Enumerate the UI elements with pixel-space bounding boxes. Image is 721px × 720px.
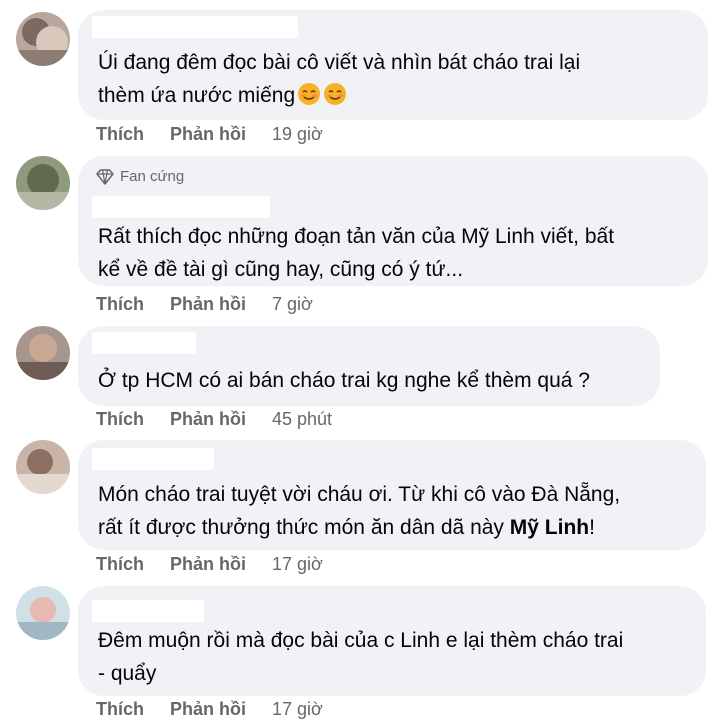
comment-text-segment: thèm ứa nước miếng [98, 84, 296, 107]
comment-actions: Thích Phản hồi 17 giờ [96, 699, 323, 720]
smiling-face-icon [324, 83, 347, 105]
redacted-author-name [92, 600, 204, 622]
avatar[interactable] [16, 156, 70, 210]
mention-link[interactable]: Mỹ Linh [510, 516, 589, 539]
comment-text: Úi đang đêm đọc bài cô viết và nhìn bát … [98, 46, 692, 112]
like-button[interactable]: Thích [96, 554, 144, 575]
like-button[interactable]: Thích [96, 699, 144, 720]
reply-button[interactable]: Phản hồi [170, 294, 246, 315]
comment-bubble: Đêm muộn rồi mà đọc bài của c Linh e lại… [78, 586, 706, 696]
reply-button[interactable]: Phản hồi [170, 554, 246, 575]
like-button[interactable]: Thích [96, 409, 144, 430]
top-fan-badge: Fan cứng [96, 168, 184, 185]
redacted-author-name [92, 332, 196, 354]
comment-text-line: kể về đề tài gì cũng hay, cũng có ý tứ..… [98, 258, 464, 281]
avatar-image [16, 586, 70, 640]
comment-text: Món cháo trai tuyệt vời cháu ơi. Từ khi … [98, 478, 690, 544]
comment-text-line: - quẩy [98, 662, 157, 685]
comment-actions: Thích Phản hồi 45 phút [96, 409, 332, 430]
like-button[interactable]: Thích [96, 124, 144, 145]
comment-text: Ở tp HCM có ai bán cháo trai kg nghe kể … [98, 364, 644, 397]
smiling-face-icon [298, 83, 321, 105]
avatar-image [16, 12, 70, 66]
comment-text-line: Đêm muộn rồi mà đọc bài của c Linh e lại… [98, 629, 624, 652]
comment-actions: Thích Phản hồi 17 giờ [96, 554, 323, 575]
comment-text-line: Món cháo trai tuyệt vời cháu ơi. Từ khi … [98, 483, 621, 506]
timestamp[interactable]: 17 giờ [272, 699, 323, 720]
timestamp[interactable]: 19 giờ [272, 124, 323, 145]
avatar-image [16, 156, 70, 210]
avatar[interactable] [16, 586, 70, 640]
comment-text-line: Úi đang đêm đọc bài cô viết và nhìn bát … [98, 51, 581, 74]
avatar[interactable] [16, 12, 70, 66]
comment-text-segment: rất ít được thưởng thức món ăn dân dã nà… [98, 516, 510, 539]
reply-button[interactable]: Phản hồi [170, 409, 246, 430]
comment-text: Đêm muộn rồi mà đọc bài của c Linh e lại… [98, 624, 690, 690]
like-button[interactable]: Thích [96, 294, 144, 315]
comment-text-line: thèm ứa nước miếng [98, 79, 692, 112]
comment-bubble: Món cháo trai tuyệt vời cháu ơi. Từ khi … [78, 440, 706, 550]
timestamp[interactable]: 45 phút [272, 409, 332, 430]
comment-text-line: Ở tp HCM có ai bán cháo trai kg nghe kể … [98, 369, 590, 392]
avatar[interactable] [16, 440, 70, 494]
avatar[interactable] [16, 326, 70, 380]
comment-text: Rất thích đọc những đoạn tản văn của Mỹ … [98, 220, 692, 286]
redacted-author-name [92, 16, 298, 38]
reply-button[interactable]: Phản hồi [170, 699, 246, 720]
redacted-author-name [92, 196, 270, 218]
comment-bubble: Fan cứng Rất thích đọc những đoạn tản vă… [78, 156, 708, 286]
timestamp[interactable]: 7 giờ [272, 294, 313, 315]
reply-button[interactable]: Phản hồi [170, 124, 246, 145]
avatar-image [16, 326, 70, 380]
diamond-icon [96, 168, 114, 185]
comment-actions: Thích Phản hồi 19 giờ [96, 124, 323, 145]
comment-text-line: Rất thích đọc những đoạn tản văn của Mỹ … [98, 225, 615, 248]
comment-bubble: Ở tp HCM có ai bán cháo trai kg nghe kể … [78, 326, 660, 406]
comment-text-line: rất ít được thưởng thức món ăn dân dã nà… [98, 511, 690, 544]
comment-text-segment: ! [589, 516, 595, 539]
comment-bubble: Úi đang đêm đọc bài cô viết và nhìn bát … [78, 10, 708, 120]
badge-label: Fan cứng [120, 168, 185, 185]
comment-actions: Thích Phản hồi 7 giờ [96, 294, 313, 315]
timestamp[interactable]: 17 giờ [272, 554, 323, 575]
redacted-author-name [92, 448, 214, 470]
avatar-image [16, 440, 70, 494]
